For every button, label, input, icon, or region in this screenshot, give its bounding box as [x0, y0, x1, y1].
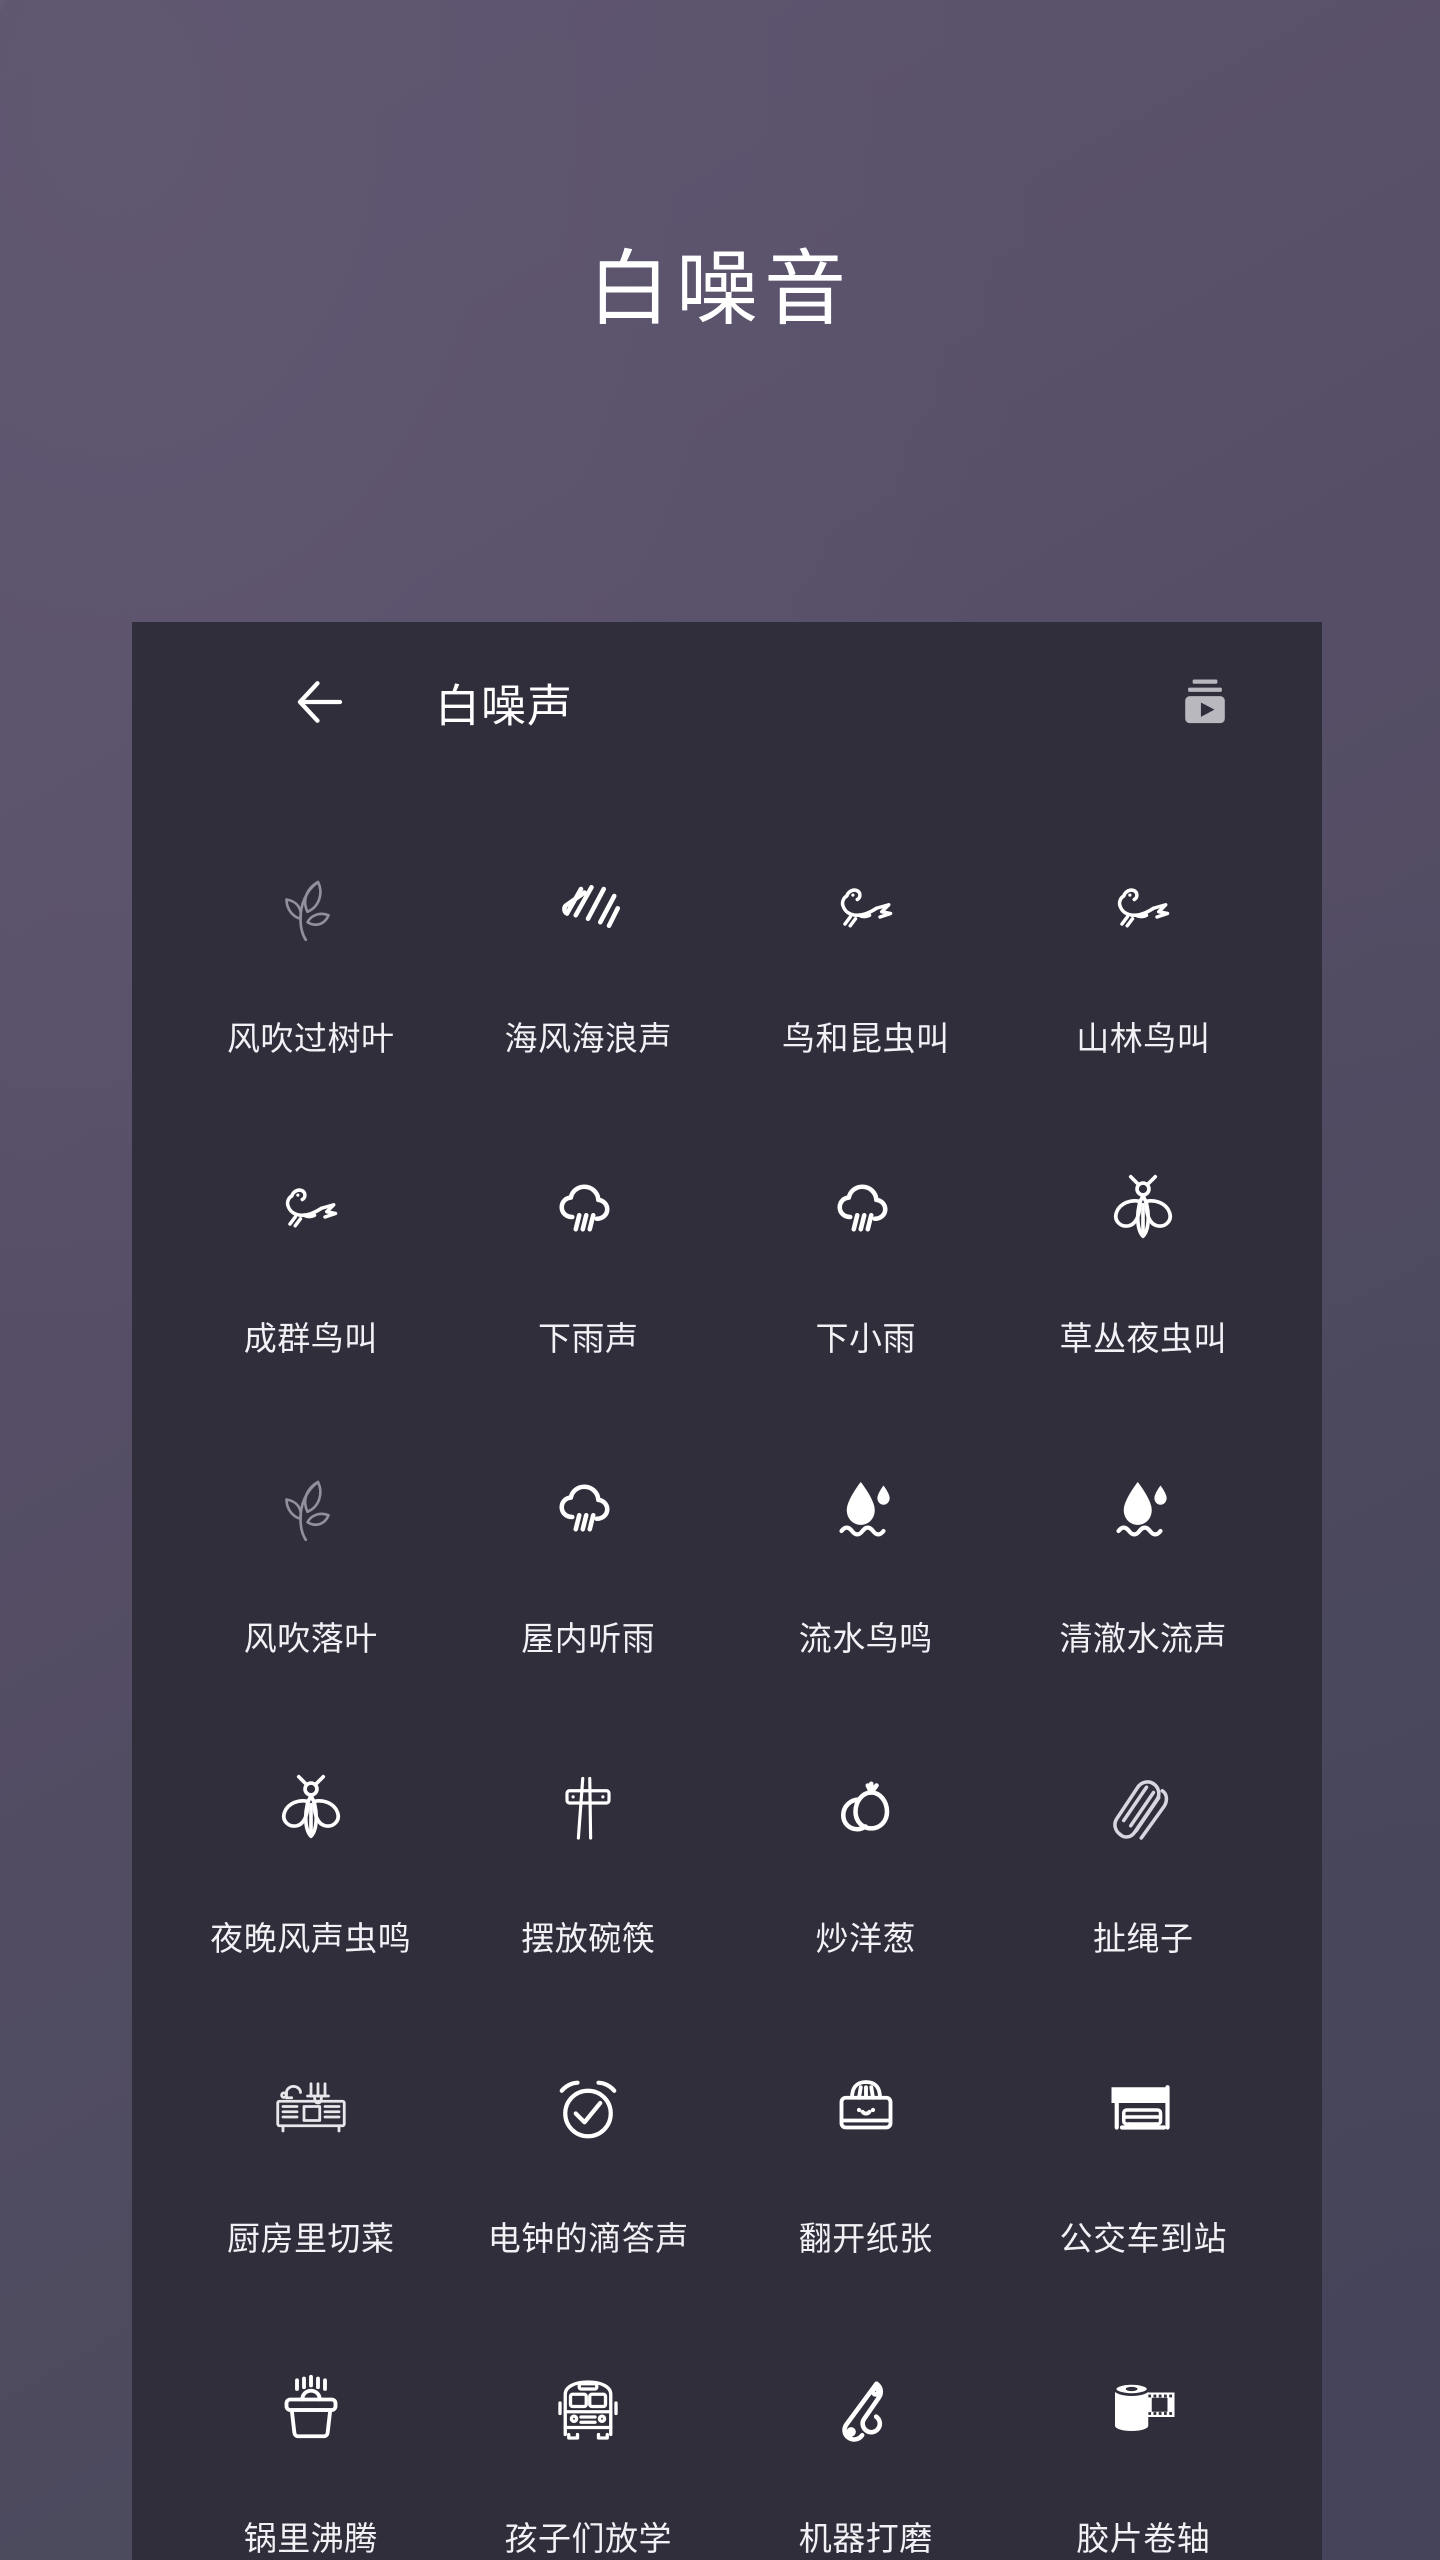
- rain-cloud-icon: [542, 1464, 634, 1556]
- school-bus-icon: [542, 2364, 634, 2456]
- sound-tile-label: 公交车到站: [1059, 2220, 1227, 2257]
- onion-icon: [820, 1764, 912, 1856]
- app-bar-title: 白噪声: [435, 680, 574, 732]
- play-queue-button[interactable]: [1173, 670, 1237, 734]
- sound-tile-label: 电钟的滴答声: [487, 2220, 689, 2257]
- alarm-clock-icon: [542, 2064, 634, 2156]
- back-button[interactable]: [287, 669, 353, 735]
- sound-tile[interactable]: 翻开纸张: [727, 2022, 1005, 2322]
- wind-waves-icon: [542, 864, 634, 956]
- sound-tile-label: 鸟和昆虫叫: [782, 1020, 950, 1057]
- sound-tile[interactable]: 鸟和昆虫叫: [727, 822, 1005, 1122]
- sound-tile[interactable]: 山林鸟叫: [1005, 822, 1283, 1122]
- play-queue-icon: [1185, 679, 1225, 724]
- tissue-box-icon: [820, 2064, 912, 2156]
- rain-cloud-icon: [542, 1164, 634, 1256]
- film-roll-icon: [1097, 2364, 1189, 2456]
- sound-tile-label: 下小雨: [815, 1320, 916, 1357]
- leaf-branch-icon: [265, 864, 357, 956]
- sound-tile-label: 胶片卷轴: [1076, 2520, 1211, 2557]
- sound-tile-label: 机器打磨: [798, 2520, 933, 2557]
- bird-icon: [820, 864, 912, 956]
- sound-tile-label: 山林鸟叫: [1076, 1020, 1211, 1057]
- sound-tile-label: 炒洋葱: [815, 1920, 916, 1957]
- sound-tile[interactable]: 公交车到站: [1005, 2022, 1283, 2322]
- rain-cloud-icon: [820, 1164, 912, 1256]
- sound-tile[interactable]: 草丛夜虫叫: [1005, 1122, 1283, 1422]
- boiling-pot-icon: [265, 2364, 357, 2456]
- sound-grid: 风吹过树叶 海风海浪声 鸟和昆虫叫 山林鸟叫 成群鸟叫 下雨声 下小雨 草丛夜虫…: [132, 782, 1322, 2560]
- insect-icon: [1097, 1164, 1189, 1256]
- sound-tile-label: 锅里沸腾: [243, 2520, 378, 2557]
- sound-tile-label: 风吹过树叶: [227, 1020, 395, 1057]
- wallpaper-background: 白噪音 白噪声 风吹过树叶 海风海浪声 鸟和昆虫叫 山林鸟叫 成群鸟叫 下雨声 …: [0, 0, 1440, 2560]
- sound-tile-label: 流水鸟鸣: [798, 1620, 933, 1657]
- sound-tile-label: 风吹落叶: [243, 1620, 378, 1657]
- sound-tile-label: 孩子们放学: [504, 2520, 672, 2557]
- page-title: 白噪音: [587, 244, 852, 335]
- insect-icon: [265, 1764, 357, 1856]
- sound-tile[interactable]: 机器打磨: [727, 2322, 1005, 2560]
- sound-tile[interactable]: 扯绳子: [1005, 1722, 1283, 2022]
- sound-tile[interactable]: 电钟的滴答声: [450, 2022, 728, 2322]
- sound-tile[interactable]: 胶片卷轴: [1005, 2322, 1283, 2560]
- sound-tile[interactable]: 炒洋葱: [727, 1722, 1005, 2022]
- sound-tile[interactable]: 风吹落叶: [172, 1422, 450, 1722]
- arrow-left-icon: [297, 681, 343, 723]
- sound-tile-label: 翻开纸张: [798, 2220, 933, 2257]
- chopsticks-icon: [542, 1764, 634, 1856]
- sound-tile[interactable]: 下小雨: [727, 1122, 1005, 1422]
- sound-tile[interactable]: 风吹过树叶: [172, 822, 450, 1122]
- sound-tile[interactable]: 厨房里切菜: [172, 2022, 450, 2322]
- sound-tile[interactable]: 孩子们放学: [450, 2322, 728, 2560]
- sound-tile[interactable]: 屋内听雨: [450, 1422, 728, 1722]
- bird-icon: [265, 1164, 357, 1256]
- sound-tile-label: 下雨声: [538, 1320, 639, 1357]
- safety-pin-icon: [820, 2364, 912, 2456]
- sound-tile-label: 摆放碗筷: [521, 1920, 656, 1957]
- sound-tile[interactable]: 流水鸟鸣: [727, 1422, 1005, 1722]
- sound-tile-label: 夜晚风声虫鸣: [210, 1920, 412, 1957]
- sound-tile[interactable]: 锅里沸腾: [172, 2322, 450, 2560]
- bus-stop-icon: [1097, 2064, 1189, 2156]
- sound-tile[interactable]: 摆放碗筷: [450, 1722, 728, 2022]
- sound-tile-label: 厨房里切菜: [227, 2220, 395, 2257]
- water-drop-icon: [820, 1464, 912, 1556]
- sound-tile-label: 屋内听雨: [521, 1620, 656, 1657]
- leaf-branch-icon: [265, 1464, 357, 1556]
- sound-tile[interactable]: 清澈水流声: [1005, 1422, 1283, 1722]
- app-bar: 白噪声: [132, 622, 1322, 782]
- kitchen-counter-icon: [265, 2064, 357, 2156]
- sound-tile-label: 草丛夜虫叫: [1059, 1320, 1227, 1357]
- app-screenshot-card: 白噪声 风吹过树叶 海风海浪声 鸟和昆虫叫 山林鸟叫 成群鸟叫 下雨声 下小雨 …: [132, 622, 1322, 2560]
- sound-tile[interactable]: 海风海浪声: [450, 822, 728, 1122]
- sound-tile-label: 扯绳子: [1093, 1920, 1194, 1957]
- sound-tile[interactable]: 下雨声: [450, 1122, 728, 1422]
- sound-tile[interactable]: 夜晚风声虫鸣: [172, 1722, 450, 2022]
- rope-icon: [1097, 1764, 1189, 1856]
- bird-icon: [1097, 864, 1189, 956]
- sound-tile-label: 海风海浪声: [504, 1020, 672, 1057]
- sound-tile[interactable]: 成群鸟叫: [172, 1122, 450, 1422]
- sound-tile-label: 成群鸟叫: [243, 1320, 378, 1357]
- sound-tile-label: 清澈水流声: [1059, 1620, 1227, 1657]
- water-drop-icon: [1097, 1464, 1189, 1556]
